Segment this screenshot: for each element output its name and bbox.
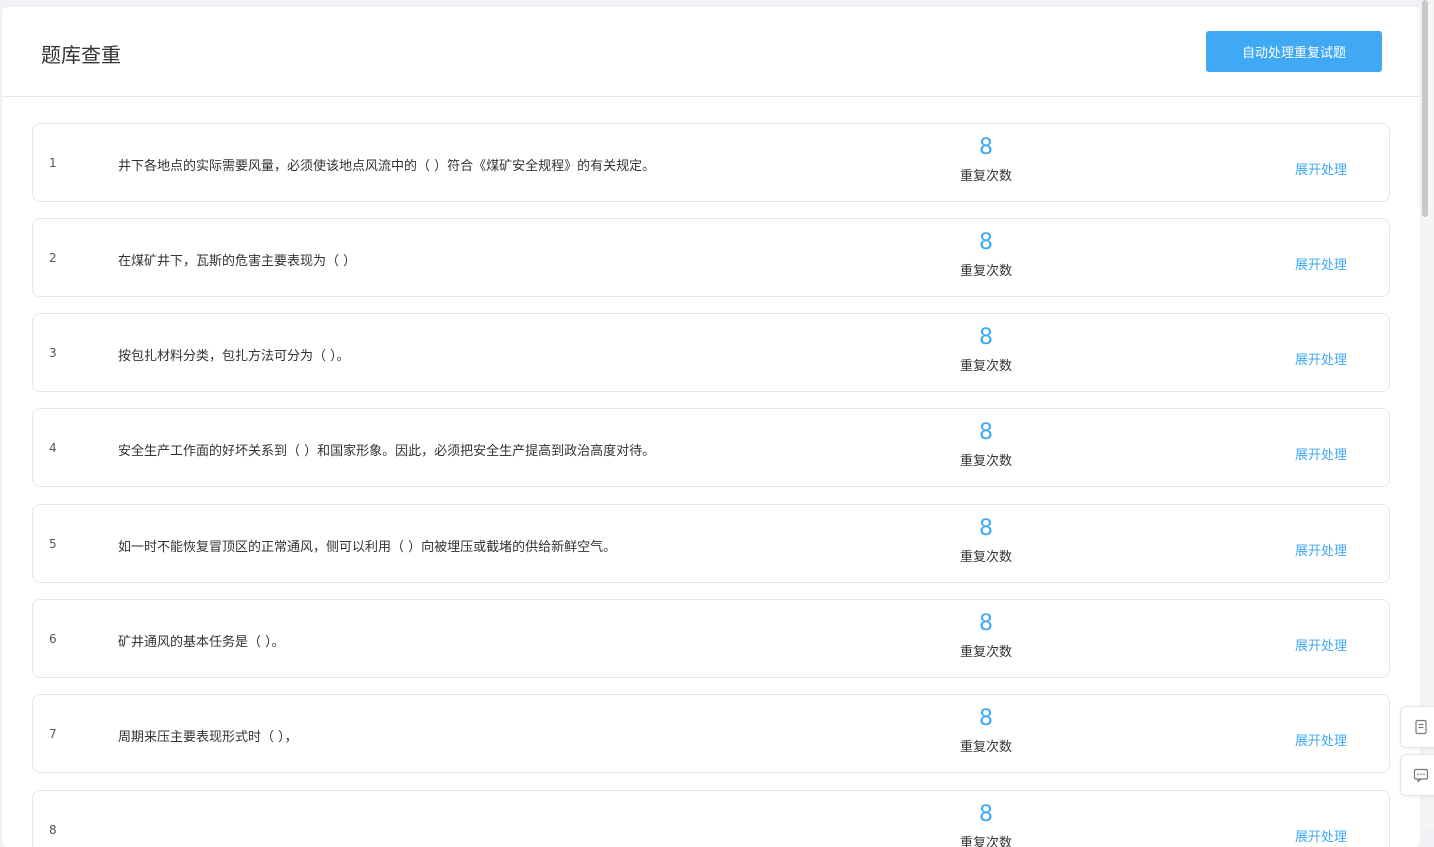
list-item: 1 井下各地点的实际需要风量，必须使该地点风流中的（ ）符合《煤矿安全规程》的有… (32, 123, 1390, 202)
document-icon (1415, 719, 1427, 735)
list-item: 8 8 重复次数 展开处理 (32, 790, 1390, 847)
panel-header: 题库查重 自动处理重复试题 (2, 7, 1420, 97)
duplicate-count-value: 8 (979, 325, 993, 350)
list-item: 5 如一时不能恢复冒顶区的正常通风，侧可以利用（ ）向被埋压或截堵的供给新鲜空气… (32, 504, 1390, 583)
list-item: 2 在煤矿井下，瓦斯的危害主要表现为（ ） 8 重复次数 展开处理 (32, 218, 1390, 297)
chat-icon (1413, 768, 1429, 783)
expand-process-link[interactable]: 展开处理 (1295, 349, 1347, 368)
question-text: 按包扎材料分类，包扎方法可分为（ ）。 (118, 349, 350, 364)
duplicate-check-panel: 题库查重 自动处理重复试题 1 井下各地点的实际需要风量，必须使该地点风流中的（… (2, 7, 1420, 847)
duplicate-count-label: 重复次数 (959, 550, 1012, 565)
duplicate-count: 8 重复次数 (943, 611, 1029, 661)
scrollbar-thumb[interactable] (1422, 0, 1428, 217)
duplicate-count-value: 8 (979, 611, 993, 636)
expand-process-link[interactable]: 展开处理 (1295, 159, 1347, 178)
duplicate-count: 8 重复次数 (943, 325, 1029, 375)
row-index: 3 (49, 346, 57, 360)
duplicate-count-value: 8 (979, 420, 993, 445)
duplicate-count-label: 重复次数 (959, 454, 1012, 469)
duplicate-count-value: 8 (979, 135, 993, 160)
question-text: 安全生产工作面的好坏关系到（ ）和国家形象。因此，必须把安全生产提高到政治高度对… (118, 444, 656, 459)
row-index: 7 (49, 727, 57, 741)
duplicate-count: 8 重复次数 (943, 135, 1029, 185)
expand-process-link[interactable]: 展开处理 (1295, 254, 1347, 273)
duplicate-count-label: 重复次数 (959, 836, 1012, 847)
row-index: 4 (49, 441, 57, 455)
list-item: 7 周期来压主要表现形式时（ ）， 8 重复次数 展开处理 (32, 694, 1390, 773)
page-title: 题库查重 (41, 43, 121, 67)
question-text: 在煤矿井下，瓦斯的危害主要表现为（ ） (118, 254, 357, 269)
duplicate-count: 8 重复次数 (943, 516, 1029, 566)
row-index: 2 (49, 251, 57, 265)
auto-process-duplicates-button[interactable]: 自动处理重复试题 (1206, 31, 1382, 72)
list-item: 3 按包扎材料分类，包扎方法可分为（ ）。 8 重复次数 展开处理 (32, 313, 1390, 392)
list-item: 6 矿井通风的基本任务是（ ）。 8 重复次数 展开处理 (32, 599, 1390, 678)
row-index: 5 (49, 537, 57, 551)
row-index: 1 (49, 156, 57, 170)
duplicate-count-value: 8 (979, 230, 993, 255)
question-text: 井下各地点的实际需要风量，必须使该地点风流中的（ ）符合《煤矿安全规程》的有关规… (118, 159, 656, 174)
row-index: 8 (49, 823, 57, 837)
question-text: 如一时不能恢复冒顶区的正常通风，侧可以利用（ ）向被埋压或截堵的供给新鲜空气。 (118, 540, 617, 555)
question-text: 周期来压主要表现形式时（ ）， (118, 730, 298, 745)
duplicate-count: 8 重复次数 (943, 230, 1029, 280)
duplicate-count: 8 重复次数 (943, 420, 1029, 470)
list-item: 4 安全生产工作面的好坏关系到（ ）和国家形象。因此，必须把安全生产提高到政治高… (32, 408, 1390, 487)
document-float-button[interactable] (1400, 706, 1434, 748)
duplicate-count-label: 重复次数 (959, 359, 1012, 374)
expand-process-link[interactable]: 展开处理 (1295, 730, 1347, 749)
duplicate-count: 8 重复次数 (943, 803, 1029, 847)
expand-process-link[interactable]: 展开处理 (1295, 635, 1347, 654)
duplicate-count-label: 重复次数 (959, 645, 1012, 660)
duplicate-count-label: 重复次数 (959, 169, 1012, 184)
duplicate-count-value: 8 (979, 516, 993, 541)
expand-process-link[interactable]: 展开处理 (1295, 540, 1347, 559)
duplicate-count: 8 重复次数 (943, 706, 1029, 756)
question-text: 矿井通风的基本任务是（ ）。 (118, 635, 285, 650)
duplicate-count-value: 8 (979, 706, 993, 731)
chat-float-button[interactable] (1400, 754, 1434, 796)
duplicate-count-label: 重复次数 (959, 264, 1012, 279)
expand-process-link[interactable]: 展开处理 (1295, 444, 1347, 463)
duplicate-count-value: 8 (979, 802, 993, 827)
duplicate-count-label: 重复次数 (959, 740, 1012, 755)
row-index: 6 (49, 632, 57, 646)
